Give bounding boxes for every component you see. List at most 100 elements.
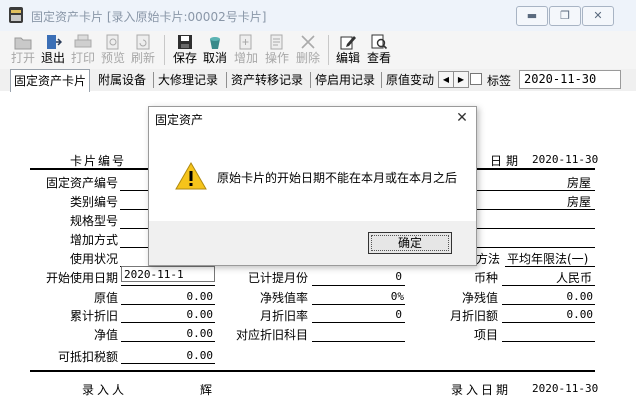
tag-label: 标签 bbox=[487, 74, 512, 88]
residual-rate-underline bbox=[312, 304, 405, 305]
deductible-tax-value: 0.00 bbox=[186, 349, 214, 362]
close-icon: ✕ bbox=[456, 110, 468, 126]
folder-open-icon bbox=[14, 37, 32, 50]
minimize-button[interactable]: ▬ bbox=[516, 6, 548, 26]
net-value-label: 净值 bbox=[93, 328, 118, 342]
arrow-left-icon: ◀ bbox=[442, 75, 450, 84]
residual-value-underline bbox=[502, 304, 595, 305]
tag-checkbox[interactable] bbox=[470, 73, 482, 85]
tab-value-change[interactable]: 原值变动 bbox=[383, 71, 436, 90]
focus-ring bbox=[371, 235, 449, 251]
card-bottom-border bbox=[30, 370, 595, 372]
start-date-label: 开始使用日期 bbox=[45, 271, 118, 285]
edit-button[interactable]: 编辑 bbox=[333, 31, 363, 69]
right-value-1: 房屋 bbox=[567, 176, 592, 190]
dialog-close-button[interactable]: ✕ bbox=[452, 108, 472, 128]
depreciation-method-label: 方法 bbox=[476, 252, 501, 266]
tab-transfer-record[interactable]: 资产转移记录 bbox=[228, 71, 306, 90]
add-button[interactable]: 增加 bbox=[231, 31, 261, 69]
date-value: 2020-11-30 bbox=[532, 153, 599, 166]
refresh-icon bbox=[136, 34, 150, 50]
depreciation-method-underline bbox=[505, 266, 595, 267]
delete-button[interactable]: 删除 bbox=[293, 31, 323, 69]
edit-pen-icon bbox=[340, 36, 356, 50]
months-accrued-underline bbox=[312, 285, 405, 286]
cancel-button[interactable]: 取消 bbox=[200, 31, 230, 69]
depreciation-account-label: 对应折旧科目 bbox=[235, 328, 308, 342]
maximize-button[interactable]: ❐ bbox=[549, 6, 581, 26]
asset-number-label: 固定资产编号 bbox=[45, 176, 118, 190]
monthly-amount-underline bbox=[502, 322, 595, 323]
original-value: 0.00 bbox=[186, 290, 214, 303]
dialog-message: 原始卡片的开始日期不能在本月或在本月之后 bbox=[217, 171, 458, 185]
residual-rate-label: 净残值率 bbox=[259, 291, 308, 305]
tab-overhaul-record[interactable]: 大修理记录 bbox=[155, 71, 221, 90]
right-underline-2 bbox=[474, 209, 595, 210]
accum-depreciation-label: 累计折旧 bbox=[69, 309, 118, 323]
tab-scroll-left-button[interactable]: ◀ bbox=[438, 71, 454, 88]
original-value-underline bbox=[121, 304, 215, 305]
view-magnifier-icon bbox=[371, 34, 388, 50]
monthly-rate-label: 月折旧率 bbox=[259, 309, 308, 323]
spec-model-field[interactable] bbox=[120, 228, 150, 229]
tab-asset-card[interactable]: 固定资产卡片 bbox=[10, 69, 91, 92]
depreciation-account-field[interactable] bbox=[312, 341, 405, 342]
app-logo-icon bbox=[9, 7, 23, 23]
view-button[interactable]: 查看 bbox=[364, 31, 394, 69]
delete-x-icon bbox=[301, 35, 315, 49]
tab-attached-equipment[interactable]: 附属设备 bbox=[95, 71, 149, 90]
refresh-button[interactable]: 刷新 bbox=[128, 31, 158, 69]
entered-by-label: 录入人 bbox=[82, 383, 128, 397]
add-method-label: 增加方式 bbox=[69, 233, 118, 247]
minimize-icon: ▬ bbox=[526, 9, 538, 22]
accum-depreciation-underline bbox=[121, 322, 215, 323]
toolbar-divider bbox=[164, 35, 165, 65]
monthly-rate-underline bbox=[312, 322, 405, 323]
currency-underline bbox=[502, 285, 595, 286]
undo-bucket-icon bbox=[210, 37, 220, 49]
net-value-underline bbox=[121, 341, 215, 342]
right-underline-4 bbox=[474, 247, 595, 248]
right-underline-1 bbox=[474, 190, 595, 191]
spec-model-label: 规格型号 bbox=[69, 214, 118, 228]
start-date-input[interactable]: 2020-11-1 bbox=[121, 266, 215, 282]
add-method-field[interactable] bbox=[120, 247, 150, 248]
tag-date-field[interactable]: 2020-11-30 bbox=[519, 70, 621, 89]
residual-rate-value: 0% bbox=[390, 290, 404, 303]
date-label: 日期 bbox=[490, 154, 523, 168]
monthly-amount-value: 0.00 bbox=[566, 308, 594, 321]
dialog-title: 固定资产 bbox=[155, 113, 204, 127]
tab-suspend-enable-record[interactable]: 停启用记录 bbox=[312, 71, 378, 90]
save-disk-icon bbox=[178, 35, 192, 49]
project-field[interactable] bbox=[502, 341, 595, 342]
close-window-button[interactable]: ✕ bbox=[582, 6, 614, 26]
operate-button[interactable]: 操作 bbox=[262, 31, 292, 69]
months-accrued-value: 0 bbox=[395, 270, 402, 283]
deductible-tax-underline bbox=[121, 363, 215, 364]
asset-number-field[interactable] bbox=[120, 190, 150, 191]
tab-separator bbox=[381, 72, 382, 88]
entry-date-label: 录入日期 bbox=[451, 383, 512, 397]
tab-separator bbox=[226, 72, 227, 88]
right-underline-3 bbox=[474, 228, 595, 229]
currency-value: 人民币 bbox=[556, 271, 593, 285]
tab-scroll-right-button[interactable]: ▶ bbox=[453, 71, 469, 88]
start-date-underline bbox=[121, 285, 215, 286]
add-document-icon bbox=[239, 34, 252, 50]
use-status-label: 使用状况 bbox=[69, 252, 118, 266]
arrow-right-icon: ▶ bbox=[457, 75, 465, 84]
category-number-field[interactable] bbox=[120, 209, 150, 210]
monthly-amount-label: 月折旧额 bbox=[449, 309, 498, 323]
preview-icon bbox=[106, 34, 119, 50]
monthly-rate-value: 0 bbox=[395, 308, 402, 321]
entered-by-value: 辉 bbox=[200, 383, 213, 397]
ok-button[interactable]: 确定 bbox=[368, 232, 452, 254]
message-dialog: 固定资产 ✕ 原始卡片的开始日期不能在本月或在本月之后 确定 bbox=[148, 106, 477, 266]
deductible-tax-label: 可抵扣税额 bbox=[57, 350, 118, 364]
tab-separator bbox=[310, 72, 311, 88]
depreciation-method-value: 平均年限法(一) bbox=[507, 252, 589, 266]
net-value: 0.00 bbox=[186, 327, 214, 340]
category-number-label: 类别编号 bbox=[69, 195, 118, 209]
tab-separator bbox=[153, 72, 154, 88]
maximize-icon: ❐ bbox=[560, 9, 570, 22]
